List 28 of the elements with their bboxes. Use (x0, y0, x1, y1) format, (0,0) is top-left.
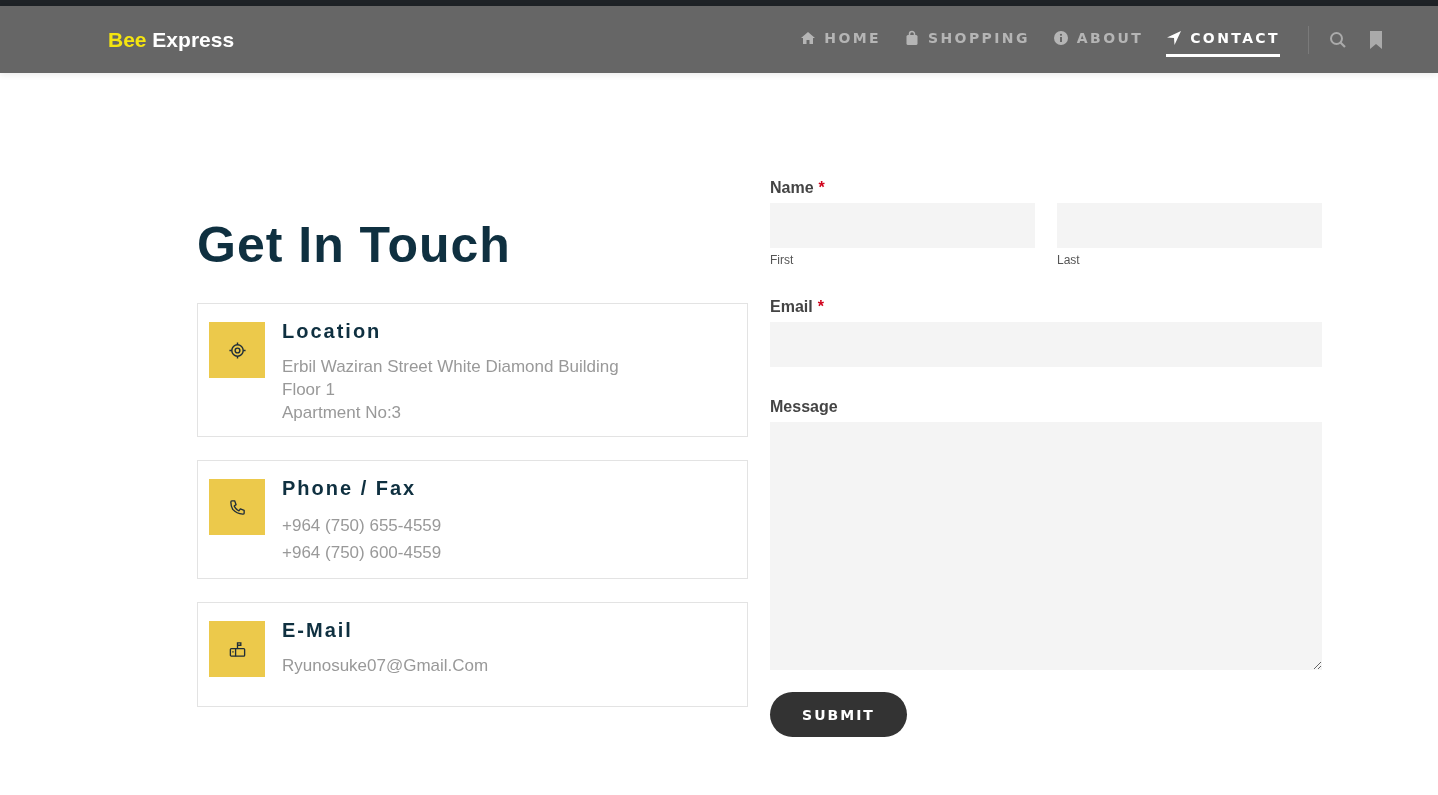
nav-link[interactable]: CONTACT (1166, 22, 1280, 57)
card-title: Location (282, 320, 383, 343)
bookmark-icon[interactable] (1369, 30, 1383, 49)
page-heading: Get In Touch (197, 216, 512, 275)
message-field[interactable] (770, 422, 1322, 670)
contact-detail: Ryunosuke07@Gmail.Com (282, 655, 489, 677)
contact-detail: Floor 1 (282, 379, 336, 401)
search-icon[interactable] (1329, 30, 1347, 49)
card-title: E-Mail (282, 619, 354, 642)
card-title: Phone / Fax (282, 477, 418, 500)
mailbox-icon (227, 639, 247, 659)
contact-detail: Erbil Waziran Street White Diamond Building (282, 356, 619, 378)
field-sublabel: First (770, 253, 795, 267)
bag-icon (904, 30, 920, 46)
location-arrow-icon (1166, 30, 1183, 46)
field-label: Email * (770, 298, 825, 316)
contact-detail: +964 (750) 655-4559 (282, 515, 442, 537)
phone-icon (227, 497, 247, 517)
logo[interactable]: Bee Express (108, 27, 235, 52)
target-icon (227, 340, 247, 360)
contact-detail: Apartment No:3 (282, 402, 403, 424)
home-icon (800, 30, 817, 46)
submit-button[interactable]: SUBMIT (770, 692, 907, 737)
contact-detail: +964 (750) 600-4559 (282, 542, 442, 564)
field-sublabel: Last (1057, 253, 1081, 267)
field-label: Name * (770, 179, 826, 197)
info-icon (1052, 30, 1069, 46)
field-label: Message (770, 398, 839, 416)
